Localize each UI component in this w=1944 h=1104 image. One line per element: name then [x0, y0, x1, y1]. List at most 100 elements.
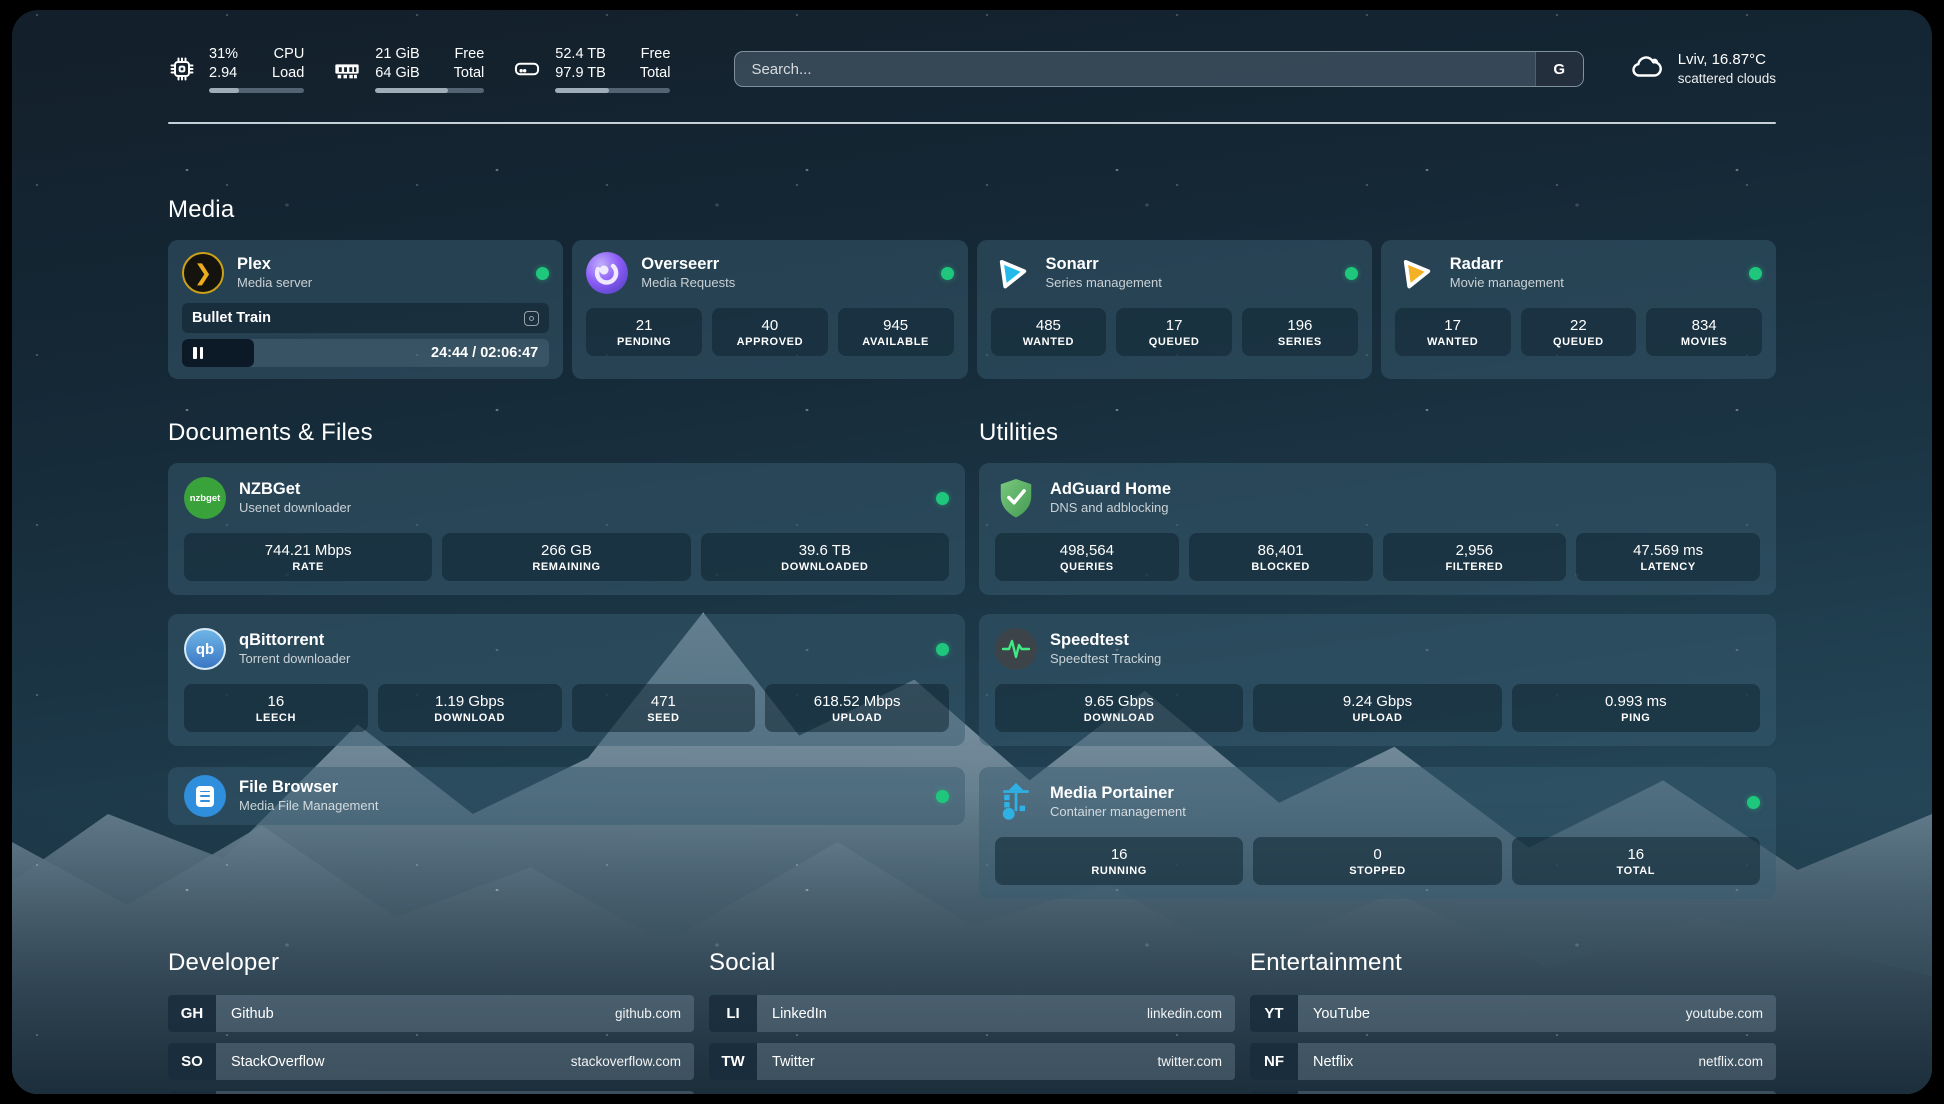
- ram-free-label: Free: [454, 45, 485, 64]
- qbittorrent-status-online-dot: [936, 643, 949, 656]
- plex-title: Plex: [237, 254, 312, 275]
- adguard-card[interactable]: AdGuard Home DNS and adblocking 498,564 …: [979, 463, 1776, 595]
- radarr-subtitle: Movie management: [1450, 275, 1564, 292]
- nzbget-icon: nzbget: [184, 477, 226, 519]
- overseerr-stat-available: 945 AVAILABLE: [838, 308, 954, 356]
- sonarr-stat-queued: 17 QUEUED: [1116, 308, 1232, 356]
- disk-free-value: 52.4 TB: [555, 45, 606, 64]
- entertainment-section-title: Entertainment: [1250, 949, 1776, 977]
- ram-icon: [332, 55, 362, 83]
- pause-icon[interactable]: [193, 347, 203, 359]
- netflix-badge: NF: [1250, 1043, 1298, 1080]
- filebrowser-icon: [184, 775, 226, 817]
- filebrowser-title: File Browser: [239, 777, 378, 798]
- speedtest-card[interactable]: Speedtest Speedtest Tracking 9.65 Gbps D…: [979, 614, 1776, 746]
- disk-progress-bar: [555, 88, 670, 93]
- search-bar: G: [734, 51, 1583, 87]
- portainer-stat-running: 16 RUNNING: [995, 837, 1243, 885]
- search-input[interactable]: [735, 52, 1534, 86]
- bookmark-twitter[interactable]: TW Twitter twitter.com: [709, 1043, 1235, 1080]
- sonarr-stat-series: 196 SERIES: [1242, 308, 1358, 356]
- reddit-badge: RE: [1250, 1091, 1298, 1094]
- bookmark-stackoverflow[interactable]: SO StackOverflow stackoverflow.com: [168, 1043, 694, 1080]
- entertainment-section: Entertainment YT YouTube youtube.com NF …: [1250, 949, 1776, 1094]
- session-display-icon: [524, 311, 539, 326]
- documents-column: Documents & Files nzbget NZBGet Usenet d…: [168, 419, 965, 899]
- adguard-stat-queries: 498,564 QUERIES: [995, 533, 1179, 581]
- filebrowser-status-online-dot: [936, 790, 949, 803]
- nzbget-subtitle: Usenet downloader: [239, 500, 351, 517]
- radarr-stat-movies: 834 MOVIES: [1646, 308, 1762, 356]
- search-engine-button[interactable]: G: [1535, 52, 1583, 86]
- weather-condition: scattered clouds: [1678, 70, 1776, 88]
- media-cards-row: ❯ Plex Media server Bullet Train: [168, 240, 1776, 379]
- plex-status-online-dot: [536, 267, 549, 280]
- bookmark-netflix[interactable]: NF Netflix netflix.com: [1250, 1043, 1776, 1080]
- utilities-section-title: Utilities: [979, 419, 1776, 447]
- portainer-title: Media Portainer: [1050, 783, 1186, 804]
- documents-section-title: Documents & Files: [168, 419, 965, 447]
- nzbget-stat-rate: 744.21 Mbps RATE: [184, 533, 432, 581]
- speedtest-title: Speedtest: [1050, 630, 1161, 651]
- radarr-stat-queued: 22 QUEUED: [1521, 308, 1637, 356]
- overseerr-icon: [586, 252, 628, 294]
- plex-now-playing-row[interactable]: Bullet Train: [182, 303, 549, 333]
- portainer-card[interactable]: Media Portainer Container management 16 …: [979, 767, 1776, 899]
- bookmark-reddit[interactable]: RE Reddit reddit.com: [1250, 1091, 1776, 1094]
- adguard-stat-filtered: 2,956 FILTERED: [1383, 533, 1567, 581]
- sonarr-title: Sonarr: [1046, 254, 1162, 275]
- nzbget-card[interactable]: nzbget NZBGet Usenet downloader 744.21 M…: [168, 463, 965, 595]
- twitter-badge: TW: [709, 1043, 757, 1080]
- plex-playback-progress[interactable]: 24:44 / 02:06:47: [182, 339, 549, 367]
- cpu-load-label: Load: [272, 64, 304, 83]
- qbittorrent-stat-upload: 618.52 Mbps UPLOAD: [765, 684, 949, 732]
- cpu-label: CPU: [272, 45, 304, 64]
- portainer-stat-total: 16 TOTAL: [1512, 837, 1760, 885]
- plex-subtitle: Media server: [237, 275, 312, 292]
- qbittorrent-icon: qb: [184, 628, 226, 670]
- ram-free-value: 21 GiB: [375, 45, 419, 64]
- cpu-load-value: 2.94: [209, 64, 238, 83]
- ram-total-label: Total: [454, 64, 485, 83]
- overseerr-subtitle: Media Requests: [641, 275, 735, 292]
- sonarr-stat-wanted: 485 WANTED: [991, 308, 1107, 356]
- disk-total-value: 97.9 TB: [555, 64, 606, 83]
- overseerr-card[interactable]: Overseerr Media Requests 21 PENDING 40 A…: [572, 240, 967, 379]
- bookmark-linkedin[interactable]: LI LinkedIn linkedin.com: [709, 995, 1235, 1032]
- social-section-title: Social: [709, 949, 1235, 977]
- filebrowser-card[interactable]: File Browser Media File Management: [168, 767, 965, 825]
- adguard-title: AdGuard Home: [1050, 479, 1171, 500]
- bookmark-dev[interactable]: DT DEV dev.to: [168, 1091, 694, 1094]
- utilities-column: Utilities: [979, 419, 1776, 899]
- now-playing-title: Bullet Train: [192, 310, 271, 326]
- weather-widget: Lviv, 16.87°C scattered clouds: [1628, 50, 1776, 89]
- portainer-stat-stopped: 0 STOPPED: [1253, 837, 1501, 885]
- radarr-title: Radarr: [1450, 254, 1564, 275]
- disk-icon: [512, 55, 542, 83]
- ram-total-value: 64 GiB: [375, 64, 419, 83]
- nzbget-stat-downloaded: 39.6 TB DOWNLOADED: [701, 533, 949, 581]
- speedtest-stat-upload: 9.24 Gbps UPLOAD: [1253, 684, 1501, 732]
- plex-card[interactable]: ❯ Plex Media server Bullet Train: [168, 240, 563, 379]
- disk-total-label: Total: [640, 64, 671, 83]
- qbittorrent-stat-seed: 471 SEED: [572, 684, 756, 732]
- header-divider: [168, 122, 1776, 124]
- stackoverflow-badge: SO: [168, 1043, 216, 1080]
- overseerr-status-online-dot: [941, 267, 954, 280]
- qbittorrent-subtitle: Torrent downloader: [239, 651, 350, 668]
- weather-location-temp: Lviv, 16.87°C: [1678, 50, 1776, 70]
- radarr-card[interactable]: Radarr Movie management 17 WANTED 22 QUE…: [1381, 240, 1776, 379]
- speedtest-stat-ping: 0.993 ms PING: [1512, 684, 1760, 732]
- radarr-status-online-dot: [1749, 267, 1762, 280]
- bookmark-youtube[interactable]: YT YouTube youtube.com: [1250, 995, 1776, 1032]
- radarr-icon: [1395, 252, 1437, 294]
- dashboard-window: 31% 2.94 CPU Load: [12, 10, 1932, 1094]
- portainer-icon: [995, 781, 1037, 823]
- bookmark-github[interactable]: GH Github github.com: [168, 995, 694, 1032]
- nzbget-title: NZBGet: [239, 479, 351, 500]
- plex-icon: ❯: [182, 252, 224, 294]
- qbittorrent-card[interactable]: qb qBittorrent Torrent downloader 16 LEE…: [168, 614, 965, 746]
- sonarr-card[interactable]: Sonarr Series management 485 WANTED 17 Q…: [977, 240, 1372, 379]
- speedtest-stat-download: 9.65 Gbps DOWNLOAD: [995, 684, 1243, 732]
- disk-free-label: Free: [640, 45, 671, 64]
